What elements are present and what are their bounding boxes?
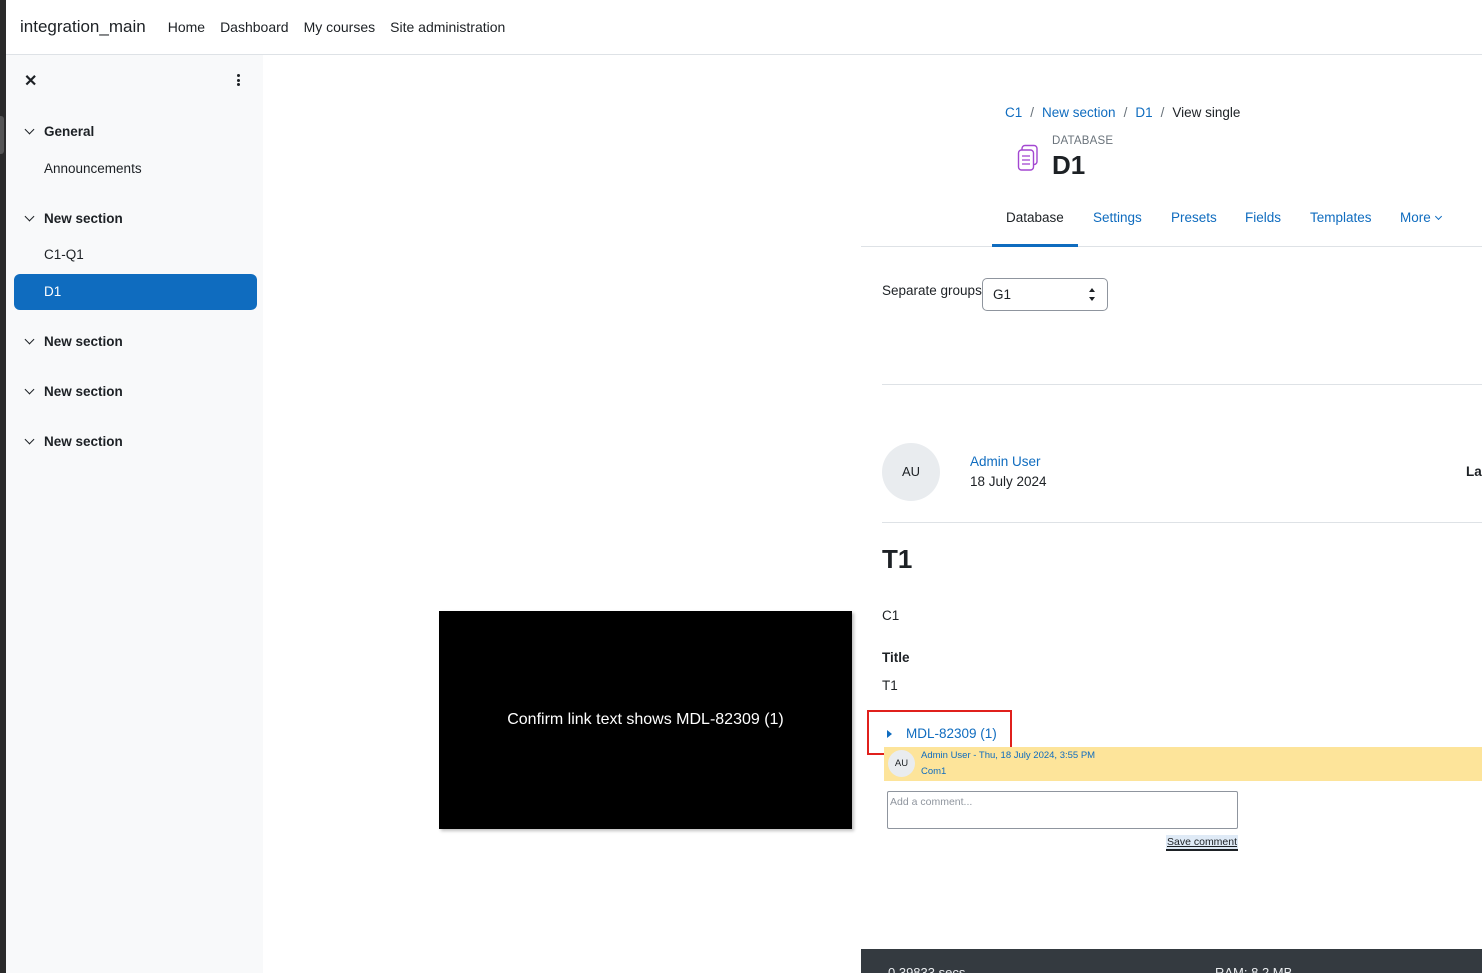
tab-more-label: More xyxy=(1400,210,1431,225)
instruction-text: Confirm link text shows MDL-82309 (1) xyxy=(507,711,784,728)
course-index-drawer: ✕ General Announcements New section C1-Q… xyxy=(6,55,263,973)
chevron-down-icon xyxy=(24,124,35,135)
groups-selected-value: G1 xyxy=(993,287,1012,302)
chevron-down-icon xyxy=(24,434,35,445)
window-edge-handle xyxy=(0,116,4,154)
tab-settings[interactable]: Settings xyxy=(1093,210,1142,225)
tab-database[interactable]: Database xyxy=(1006,210,1064,225)
active-tab-indicator xyxy=(992,244,1078,247)
breadcrumb-separator: / xyxy=(1123,105,1128,120)
section-new-section-2[interactable]: New section xyxy=(24,334,123,349)
entry-author-link[interactable]: Admin User xyxy=(970,454,1041,469)
breadcrumb-d1[interactable]: D1 xyxy=(1135,105,1152,120)
footer-ram: RAM: 8.2 MB xyxy=(1215,965,1293,973)
entry-title: T1 xyxy=(882,544,913,574)
nav-dashboard[interactable]: Dashboard xyxy=(220,19,289,35)
drawer-item-announcements[interactable]: Announcements xyxy=(44,161,142,176)
tab-fields[interactable]: Fields xyxy=(1245,210,1281,225)
comment-meta: Admin User - Thu, 18 July 2024, 3:55 PM xyxy=(921,750,1096,761)
avatar[interactable]: AU xyxy=(882,443,940,501)
section-title: General xyxy=(44,124,95,139)
section-new-section-1[interactable]: New section xyxy=(24,211,123,226)
breadcrumb: C1 / New section / D1 / View single xyxy=(1005,105,1240,120)
page-title: D1 xyxy=(1052,150,1086,180)
secondary-navigation: Database Settings Presets Fields Templat… xyxy=(861,200,1482,247)
section-title: New section xyxy=(44,211,123,226)
comment-avatar[interactable]: AU xyxy=(888,750,915,777)
tab-more[interactable]: More xyxy=(1400,210,1442,225)
instruction-overlay: Confirm link text shows MDL-82309 (1) xyxy=(439,611,852,829)
drawer-item-c1-q1[interactable]: C1-Q1 xyxy=(44,247,84,262)
tab-presets[interactable]: Presets xyxy=(1171,210,1217,225)
chevron-down-icon xyxy=(24,334,35,345)
divider xyxy=(882,384,1482,385)
footer-time: 0.39833 secs xyxy=(888,965,966,973)
chevron-down-icon xyxy=(24,384,35,395)
section-title: New section xyxy=(44,434,123,449)
close-icon[interactable]: ✕ xyxy=(24,71,37,91)
nav-site-administration[interactable]: Site administration xyxy=(390,19,505,35)
page-footer: 0.39833 secs RAM: 8.2 MB xyxy=(861,949,1482,973)
comment-textarea[interactable] xyxy=(887,791,1238,829)
entry-date: 18 July 2024 xyxy=(970,474,1047,489)
nav-my-courses[interactable]: My courses xyxy=(304,19,376,35)
save-comment-button[interactable]: Save comment xyxy=(1166,835,1239,851)
section-title: New section xyxy=(44,384,123,399)
groups-label: Separate groups xyxy=(882,283,982,298)
divider xyxy=(882,522,1482,523)
section-new-section-4[interactable]: New section xyxy=(24,434,123,449)
breadcrumb-new-section[interactable]: New section xyxy=(1042,105,1116,120)
entry-content: C1 xyxy=(882,608,900,623)
breadcrumb-separator: / xyxy=(1160,105,1165,120)
chevron-down-icon xyxy=(24,211,35,222)
site-brand[interactable]: integration_main xyxy=(20,17,146,37)
comment-text: Com1 xyxy=(921,766,947,777)
module-type-label: DATABASE xyxy=(1052,135,1114,147)
kebab-menu-icon[interactable] xyxy=(232,71,244,89)
database-icon xyxy=(1017,144,1038,171)
groups-select[interactable]: G1 xyxy=(982,278,1108,311)
field-label-title: Title xyxy=(882,650,910,665)
comment-item: AU Admin User - Thu, 18 July 2024, 3:55 … xyxy=(884,747,1482,781)
top-navbar: integration_main Home Dashboard My cours… xyxy=(6,0,1482,55)
chevron-down-icon xyxy=(1434,212,1442,221)
breadcrumb-current: View single xyxy=(1172,105,1241,120)
entry-meta-truncated: La xyxy=(1466,464,1482,479)
select-arrows-icon xyxy=(1089,288,1096,301)
breadcrumb-separator: / xyxy=(1030,105,1035,120)
section-general[interactable]: General xyxy=(24,124,94,139)
drawer-item-d1[interactable]: D1 xyxy=(14,274,257,310)
breadcrumb-c1[interactable]: C1 xyxy=(1005,105,1022,120)
nav-home[interactable]: Home xyxy=(168,19,205,35)
section-new-section-3[interactable]: New section xyxy=(24,384,123,399)
tab-templates[interactable]: Templates xyxy=(1310,210,1372,225)
section-title: New section xyxy=(44,334,123,349)
field-value-title: T1 xyxy=(882,678,898,693)
